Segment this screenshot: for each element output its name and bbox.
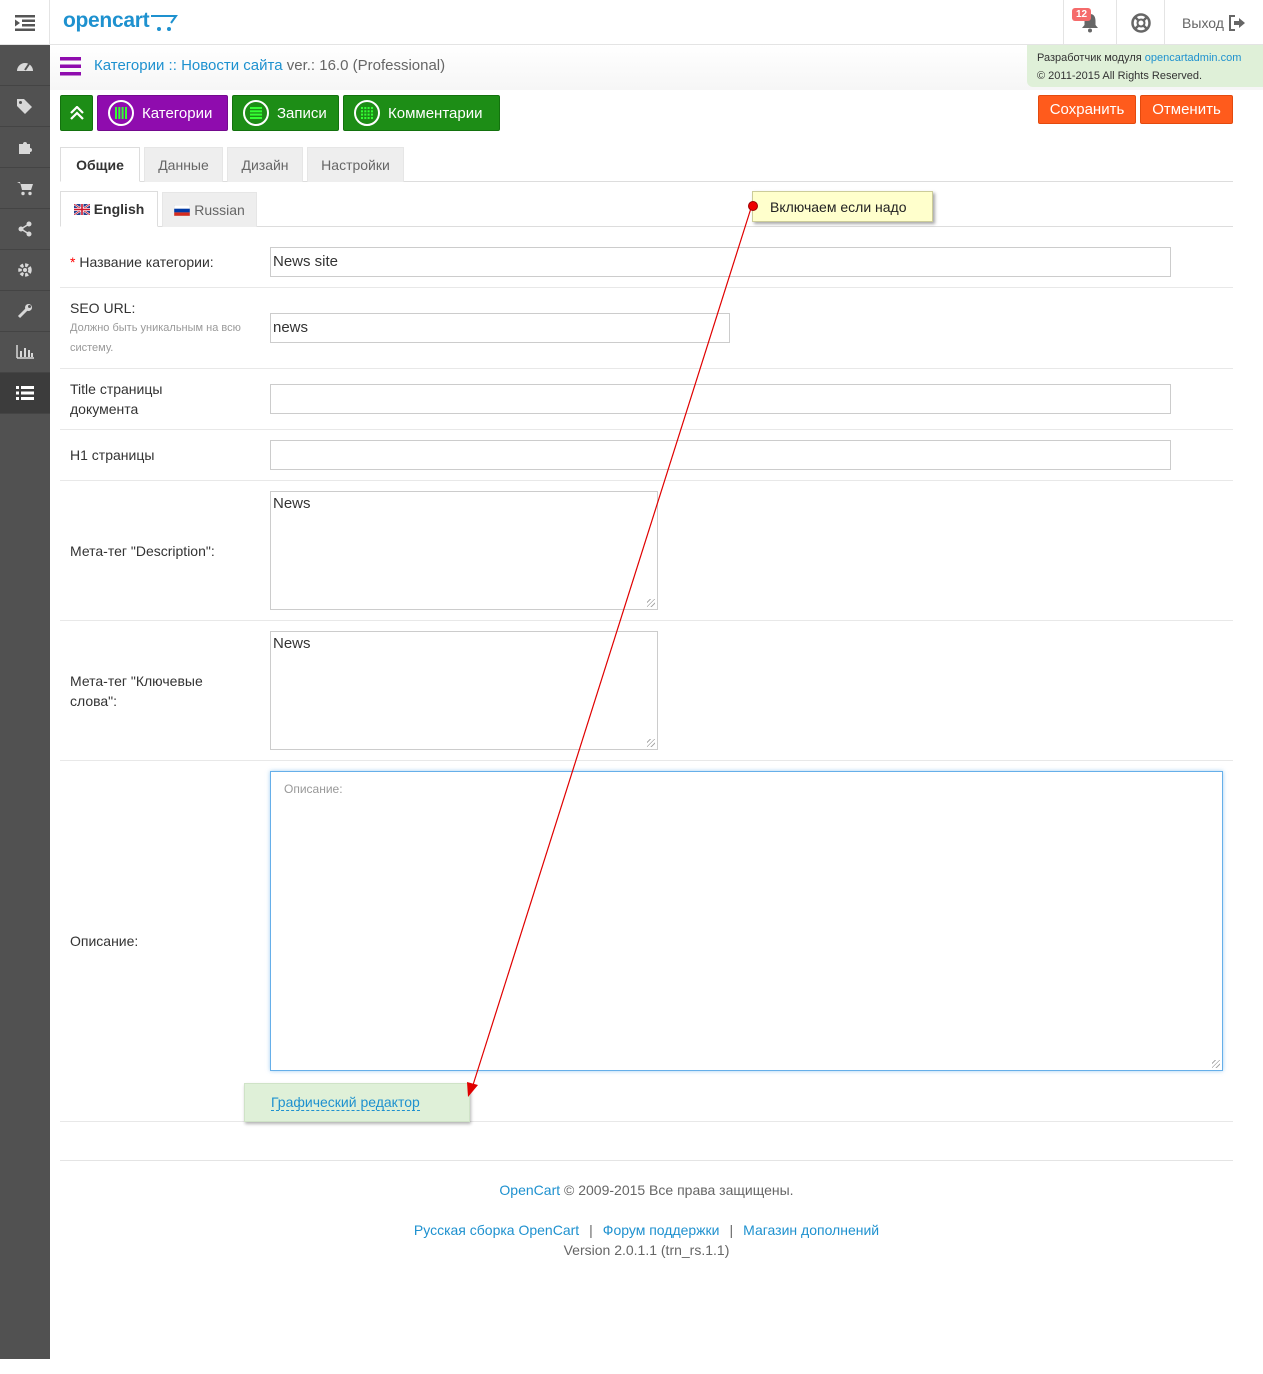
footer-links: Русская сборка OpenCart | Форум поддержки |… bbox=[60, 1220, 1233, 1240]
annotation-callout: Включаем если надо bbox=[748, 191, 933, 222]
footer-separator: | bbox=[729, 1222, 734, 1238]
footer: OpenCart © 2009-2015 Все права защищены.… bbox=[60, 1160, 1233, 1260]
footer-opencart-link[interactable]: OpenCart bbox=[499, 1182, 560, 1198]
footer-link-forum[interactable]: Форум поддержки bbox=[603, 1222, 720, 1238]
annotation-dot-icon bbox=[748, 201, 758, 211]
footer-rights: © 2009-2015 Все права защищены. bbox=[560, 1182, 794, 1198]
footer-link-store[interactable]: Магазин дополнений bbox=[743, 1222, 879, 1238]
footer-copyright: OpenCart © 2009-2015 Все права защищены. bbox=[60, 1180, 1233, 1200]
footer-version: Version 2.0.1.1 (trn_rs.1.1) bbox=[563, 1242, 730, 1258]
annotation-callout-text: Включаем если надо bbox=[770, 198, 907, 215]
footer-separator: | bbox=[589, 1222, 593, 1238]
footer-link-russian-build[interactable]: Русская сборка OpenCart bbox=[414, 1222, 579, 1238]
